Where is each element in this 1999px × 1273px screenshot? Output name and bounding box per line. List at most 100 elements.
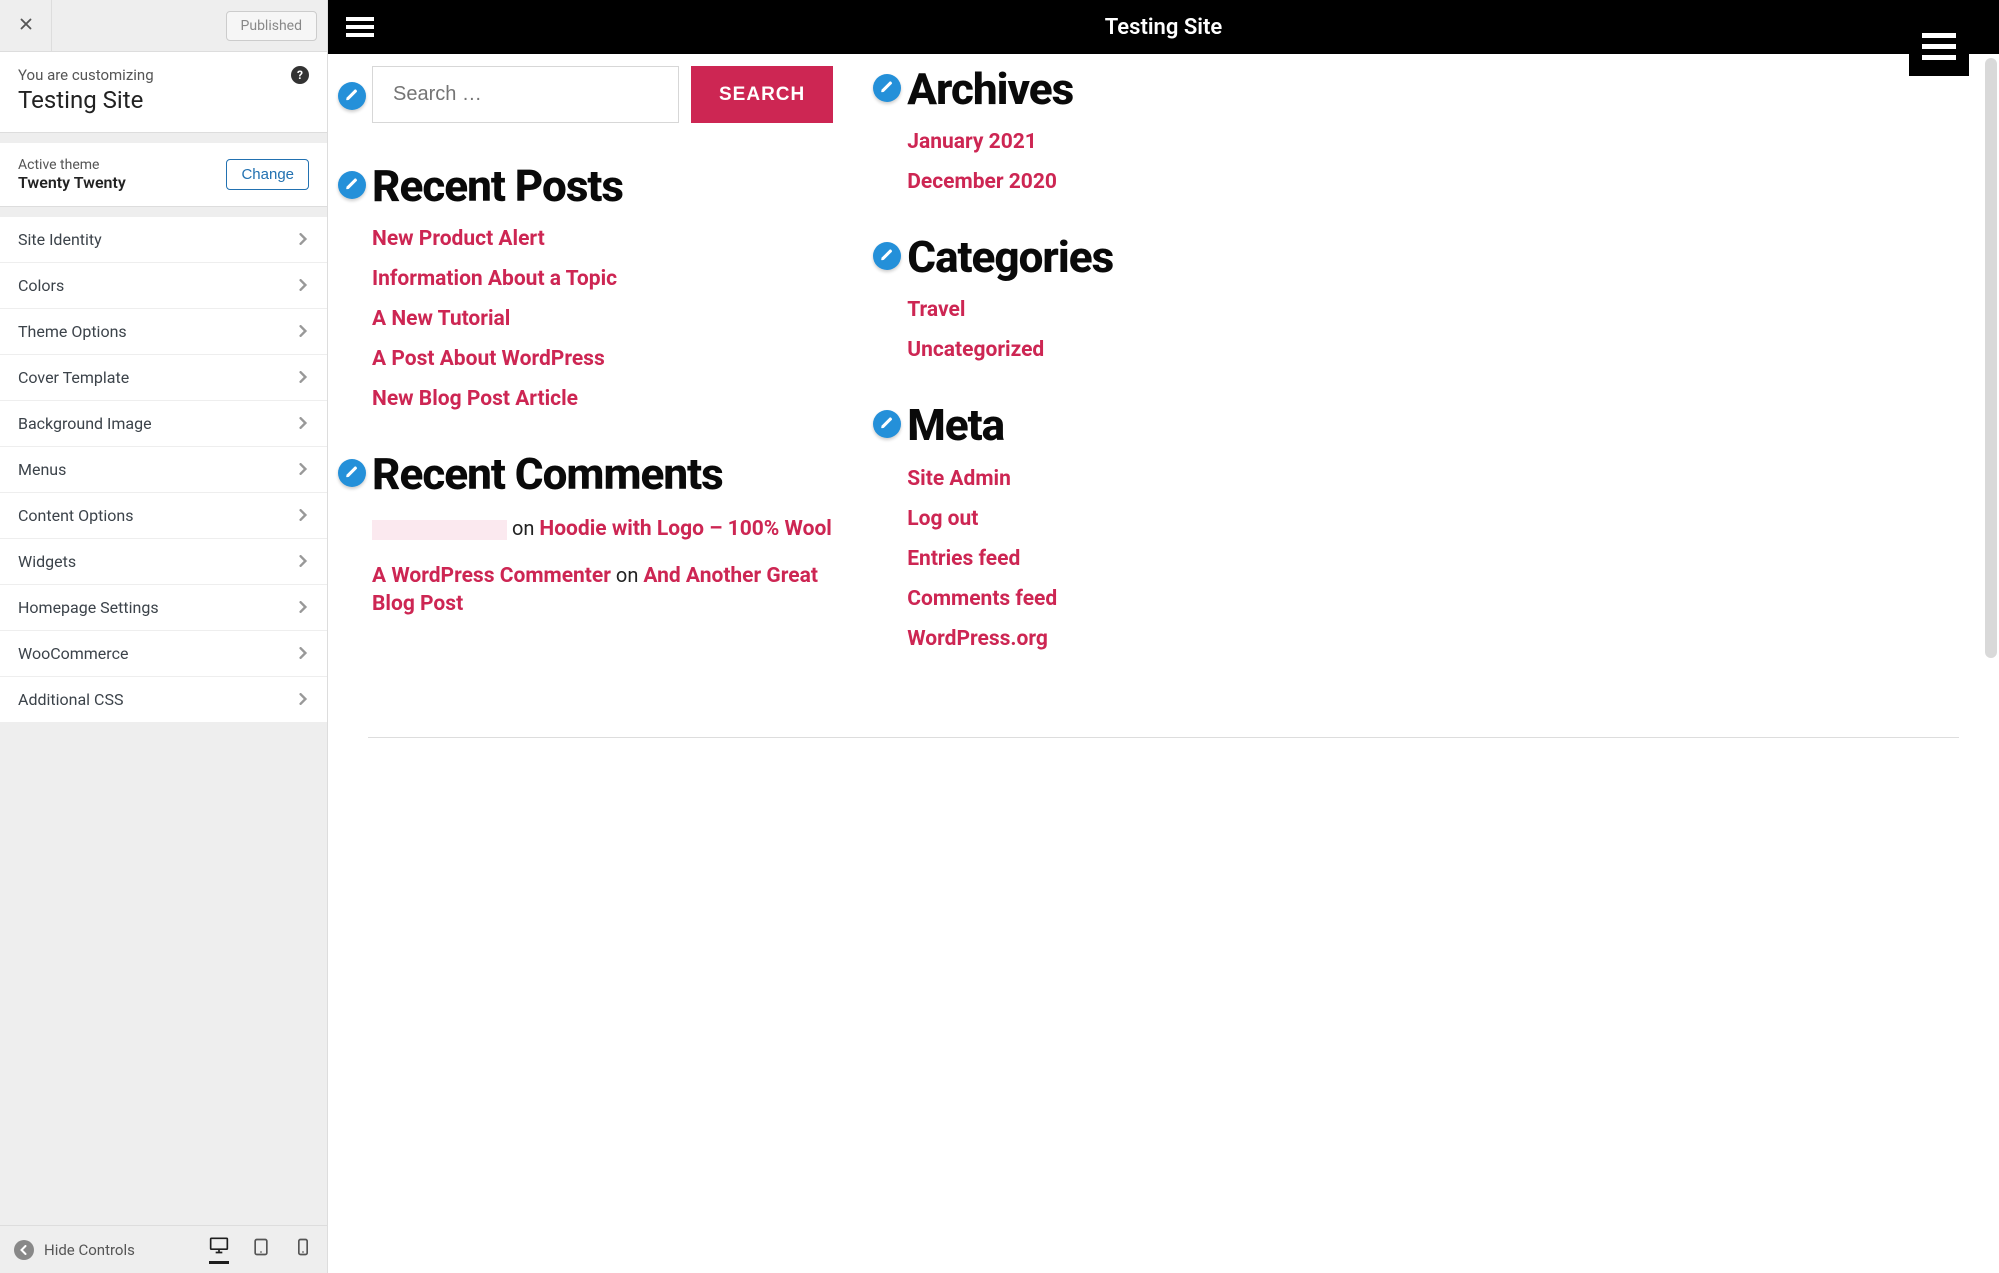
close-icon: [17, 15, 35, 37]
customizer-topbar: Published: [0, 0, 327, 52]
link[interactable]: New Blog Post Article: [372, 387, 578, 411]
chevron-right-icon: [297, 276, 309, 295]
customizer-panel[interactable]: Theme Options: [0, 309, 327, 355]
customizer-panel[interactable]: WooCommerce: [0, 631, 327, 677]
list-item: Entries feed: [907, 547, 1308, 571]
site-header: Testing Site: [328, 0, 1999, 54]
link[interactable]: Log out: [907, 507, 978, 531]
hide-controls-label: Hide Controls: [44, 1241, 135, 1259]
edit-widget-button[interactable]: [338, 82, 366, 110]
chevron-right-icon: [297, 506, 309, 525]
customizer-panel[interactable]: Homepage Settings: [0, 585, 327, 631]
list-item: on Hoodie with Logo – 100% Wool: [372, 515, 833, 543]
hide-controls-button[interactable]: Hide Controls: [14, 1240, 135, 1260]
device-desktop-button[interactable]: [209, 1235, 229, 1264]
chevron-right-icon: [297, 322, 309, 341]
menu-toggle-left[interactable]: [346, 17, 374, 37]
comment-post-link[interactable]: Hoodie with Logo – 100% Wool: [539, 517, 832, 541]
menu-toggle-right[interactable]: [1909, 16, 1969, 76]
device-mobile-button[interactable]: [293, 1237, 313, 1263]
link[interactable]: Site Admin: [907, 467, 1011, 491]
chevron-right-icon: [297, 414, 309, 433]
widget-categories: Categories TravelUncategorized: [873, 234, 1308, 362]
chevron-right-icon: [297, 368, 309, 387]
customizer-panel[interactable]: Widgets: [0, 539, 327, 585]
edit-widget-button[interactable]: [873, 410, 901, 438]
comment-author[interactable]: A WordPress Commenter: [372, 564, 611, 588]
widgets-column-left: SEARCH Recent Posts New Product AlertInf…: [338, 66, 833, 667]
list-item: Comments feed: [907, 587, 1308, 611]
collapse-icon: [14, 1240, 34, 1260]
chevron-right-icon: [297, 598, 309, 617]
list-item: WordPress.org: [907, 627, 1308, 651]
link[interactable]: A Post About WordPress: [372, 347, 605, 371]
active-theme-label: Active theme: [18, 157, 126, 173]
pencil-icon: [880, 415, 894, 434]
link[interactable]: Entries feed: [907, 547, 1020, 571]
customizer-panel[interactable]: Background Image: [0, 401, 327, 447]
link[interactable]: WordPress.org: [907, 627, 1048, 651]
customizer-panel[interactable]: Colors: [0, 263, 327, 309]
link[interactable]: January 2021: [907, 130, 1037, 154]
search-button[interactable]: SEARCH: [691, 66, 833, 123]
customizing-site-name: Testing Site: [18, 86, 309, 114]
customizer-panel[interactable]: Site Identity: [0, 217, 327, 263]
panel-label: Additional CSS: [18, 690, 123, 709]
customizer-panel[interactable]: Menus: [0, 447, 327, 493]
edit-widget-button[interactable]: [338, 459, 366, 487]
edit-widget-button[interactable]: [873, 74, 901, 102]
publish-status-button[interactable]: Published: [226, 11, 317, 41]
link[interactable]: Comments feed: [907, 587, 1057, 611]
edit-widget-button[interactable]: [873, 242, 901, 270]
panel-label: Colors: [18, 276, 64, 295]
active-theme-row: Active theme Twenty Twenty Change: [0, 143, 327, 207]
preview-pane[interactable]: Testing Site SEARCH Recent Posts New Pro…: [328, 0, 1999, 1273]
widget-search: SEARCH: [338, 66, 833, 123]
pencil-icon: [880, 79, 894, 98]
list-item: Site Admin: [907, 467, 1308, 491]
link[interactable]: Uncategorized: [907, 338, 1044, 362]
customizer-panel[interactable]: Content Options: [0, 493, 327, 539]
help-icon[interactable]: ?: [291, 66, 309, 84]
chevron-right-icon: [297, 644, 309, 663]
close-customizer-button[interactable]: [0, 0, 52, 52]
change-theme-button[interactable]: Change: [226, 159, 309, 190]
widget-recent-comments: Recent Comments on Hoodie with Logo – 10…: [338, 451, 833, 618]
list-item: A New Tutorial: [372, 307, 833, 331]
edit-widget-button[interactable]: [338, 171, 366, 199]
list-item: Log out: [907, 507, 1308, 531]
comment-author: [372, 520, 507, 540]
link[interactable]: A New Tutorial: [372, 307, 510, 331]
customizing-label: You are customizing: [18, 66, 309, 84]
customizer-panel-list: Site Identity Colors Theme OptionsCover Te…: [0, 217, 327, 723]
meta-list: Site Admin Log out Entries feed Comments fe…: [907, 467, 1308, 651]
search-input[interactable]: [372, 66, 679, 123]
link[interactable]: Information About a Topic: [372, 267, 617, 291]
chevron-right-icon: [297, 552, 309, 571]
chevron-right-icon: [297, 460, 309, 479]
link[interactable]: December 2020: [907, 170, 1057, 194]
panel-label: Content Options: [18, 506, 133, 525]
panel-label: Background Image: [18, 414, 152, 433]
footer-divider: [368, 737, 1959, 738]
site-title[interactable]: Testing Site: [1105, 15, 1222, 40]
widget-archives: Archives January 2021 December 2020: [873, 66, 1308, 194]
chevron-right-icon: [297, 690, 309, 709]
categories-list: Travel Uncategorized: [907, 298, 1308, 362]
pencil-icon: [880, 247, 894, 266]
scrollbar[interactable]: [1985, 58, 1997, 658]
customizer-panel[interactable]: Cover Template: [0, 355, 327, 401]
active-theme-name: Twenty Twenty: [18, 173, 126, 192]
customizer-panel[interactable]: Additional CSS: [0, 677, 327, 723]
customizer-footer: Hide Controls: [0, 1225, 327, 1273]
link[interactable]: Travel: [907, 298, 965, 322]
widget-recent-posts: Recent Posts New Product AlertInformatio…: [338, 163, 833, 411]
panel-label: Site Identity: [18, 230, 102, 249]
widget-title: Archives: [907, 66, 1308, 112]
device-tablet-button[interactable]: [251, 1237, 271, 1263]
customizer-sidebar: Published You are customizing Testing Si…: [0, 0, 328, 1273]
list-item: New Product Alert: [372, 227, 833, 251]
list-item: New Blog Post Article: [372, 387, 833, 411]
link[interactable]: New Product Alert: [372, 227, 545, 251]
panel-label: WooCommerce: [18, 644, 128, 663]
